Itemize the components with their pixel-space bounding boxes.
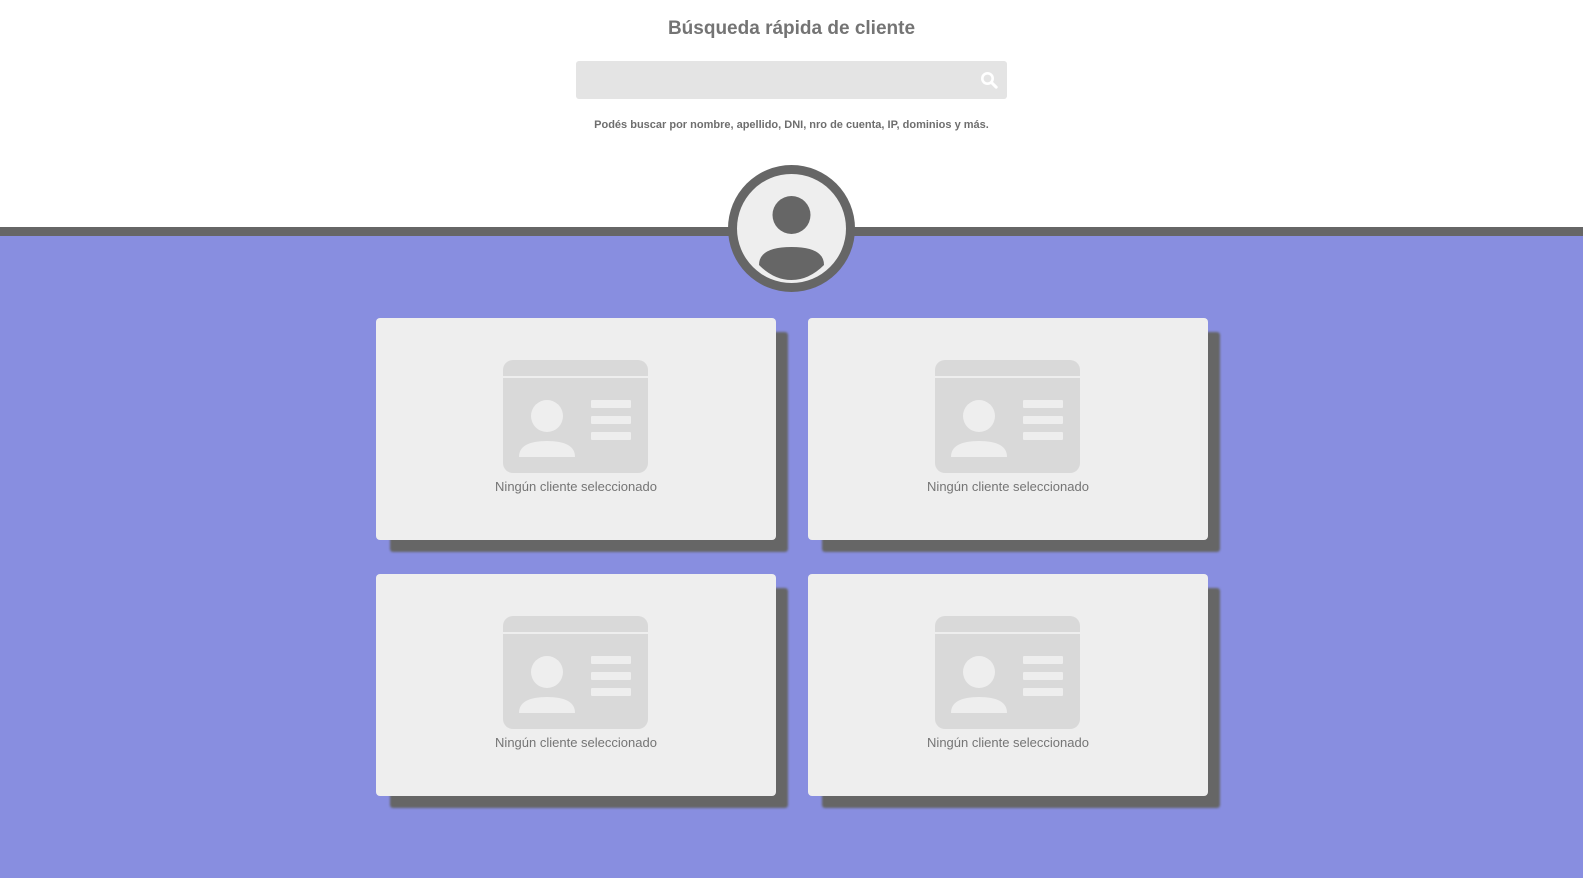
client-card-1[interactable]: Ningún cliente seleccionado	[376, 318, 776, 540]
id-card-icon	[935, 616, 1080, 729]
card-label: Ningún cliente seleccionado	[495, 735, 657, 750]
search-hint: Podés buscar por nombre, apellido, DNI, …	[594, 119, 989, 131]
id-card-icon	[503, 616, 648, 729]
client-cards-area: Ningún cliente seleccionado Ningún clien…	[0, 236, 1583, 878]
avatar-circle	[737, 174, 846, 283]
client-card-3[interactable]: Ningún cliente seleccionado	[376, 574, 776, 796]
card-label: Ningún cliente seleccionado	[495, 479, 657, 494]
search-input[interactable]	[576, 61, 966, 99]
search-icon[interactable]	[980, 71, 998, 89]
search-box	[576, 61, 1007, 99]
page-title: Búsqueda rápida de cliente	[667, 18, 916, 39]
client-card-2[interactable]: Ningún cliente seleccionado	[808, 318, 1208, 540]
avatar	[728, 165, 855, 292]
id-card-icon	[935, 360, 1080, 473]
id-card-icon	[503, 360, 648, 473]
user-avatar-icon	[759, 196, 824, 280]
card-label: Ningún cliente seleccionado	[927, 479, 1089, 494]
client-card-4[interactable]: Ningún cliente seleccionado	[808, 574, 1208, 796]
card-label: Ningún cliente seleccionado	[927, 735, 1089, 750]
